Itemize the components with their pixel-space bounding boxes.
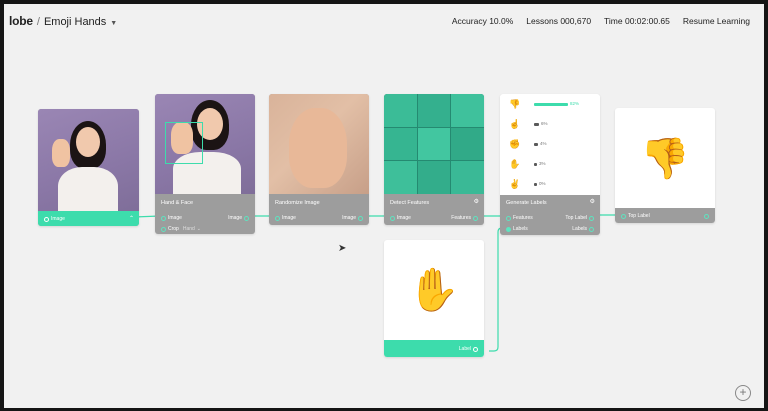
top-label-text: Top Label [628,213,650,219]
peace-icon: ✌ [509,179,521,189]
settings-icon[interactable]: ⚙ [474,198,479,205]
generate-labels-node[interactable]: 👎 82% ☝ 6% ✊ 4% ✋ 3% ✌ 0% Generate Label… [500,94,600,235]
probability-value: 3% [539,161,546,166]
hand-bounding-box [165,122,203,164]
features-input-label: Features [513,215,533,221]
point-up-icon: ☝ [509,119,521,129]
wire-label-to-generate [489,227,506,352]
feature-maps [384,94,484,194]
fist-icon: ✊ [509,139,521,149]
probability-bar [534,163,537,166]
label-probabilities: 👎 82% ☝ 6% ✊ 4% ✋ 3% ✌ 0% [500,94,600,195]
workspace-canvas[interactable]: lobe / Emoji Hands ▼ Accuracy 10.0% Less… [4,4,764,408]
mouse-cursor-icon: ➤ [338,243,347,254]
label-row-peace: ✌ 0% [500,174,600,195]
node-title: Hand & Face [161,200,194,206]
label-row-thumbs-down: 👎 82% [500,94,600,115]
node-title: Randomize Image [275,200,320,206]
probability-value: 82% [570,101,580,106]
randomized-photo [269,94,369,194]
label-row-open-hand: ✋ 3% [500,154,600,175]
node-title: Generate Labels [506,200,547,206]
open-hand-icon: ✋ [509,159,521,169]
label-row-point-up: ☝ 6% [500,114,600,135]
thumbs-down-icon: 👎 [509,99,521,109]
output-label: Features [451,215,471,221]
label-row-fist: ✊ 4% [500,134,600,155]
image-node[interactable]: Image ⌃ [38,109,139,226]
labels-input-label: Labels [513,226,528,232]
labels-output-label: Labels [572,226,587,232]
input-label: Image [397,215,411,221]
expand-icon[interactable]: ⌃ [129,215,134,222]
detect-features-node[interactable]: Detect Features ⚙ Image Features [384,94,484,225]
label-output-label: Label [458,346,471,352]
top-label-output-label: Top Label [565,215,587,221]
crop-label: Crop [168,226,179,232]
probability-bar [534,143,538,146]
add-node-button[interactable]: + [735,385,751,401]
crop-select[interactable]: Hand [183,226,195,232]
probability-value: 0% [539,181,546,186]
probability-value: 4% [540,141,547,146]
input-label: Image [168,215,182,221]
probability-bar [534,123,539,126]
output-port[interactable] [704,214,709,219]
training-photo [38,109,139,215]
output-label: Image [228,215,242,221]
hand-face-node[interactable]: Hand & Face Image Image Crop Hand ⌄ [155,94,255,234]
settings-icon[interactable]: ⚙ [590,198,595,205]
randomize-image-node[interactable]: Randomize Image Image Image [269,94,369,225]
image-output-label: Image [51,216,65,222]
input-label: Image [282,215,296,221]
probability-bar [534,183,537,186]
output-label: Image [342,215,356,221]
node-title: Detect Features [390,200,430,206]
chevron-down-icon[interactable]: ⌄ [197,226,201,232]
thumbs-down-icon: 👎 [640,136,690,181]
probability-bar [534,103,568,106]
open-hand-icon: ✋ [407,265,461,313]
cropped-photo [155,94,255,194]
label-node[interactable]: ✋ Label [384,240,484,357]
top-label-node[interactable]: 👎 Top Label [615,108,715,223]
probability-value: 6% [541,121,548,126]
